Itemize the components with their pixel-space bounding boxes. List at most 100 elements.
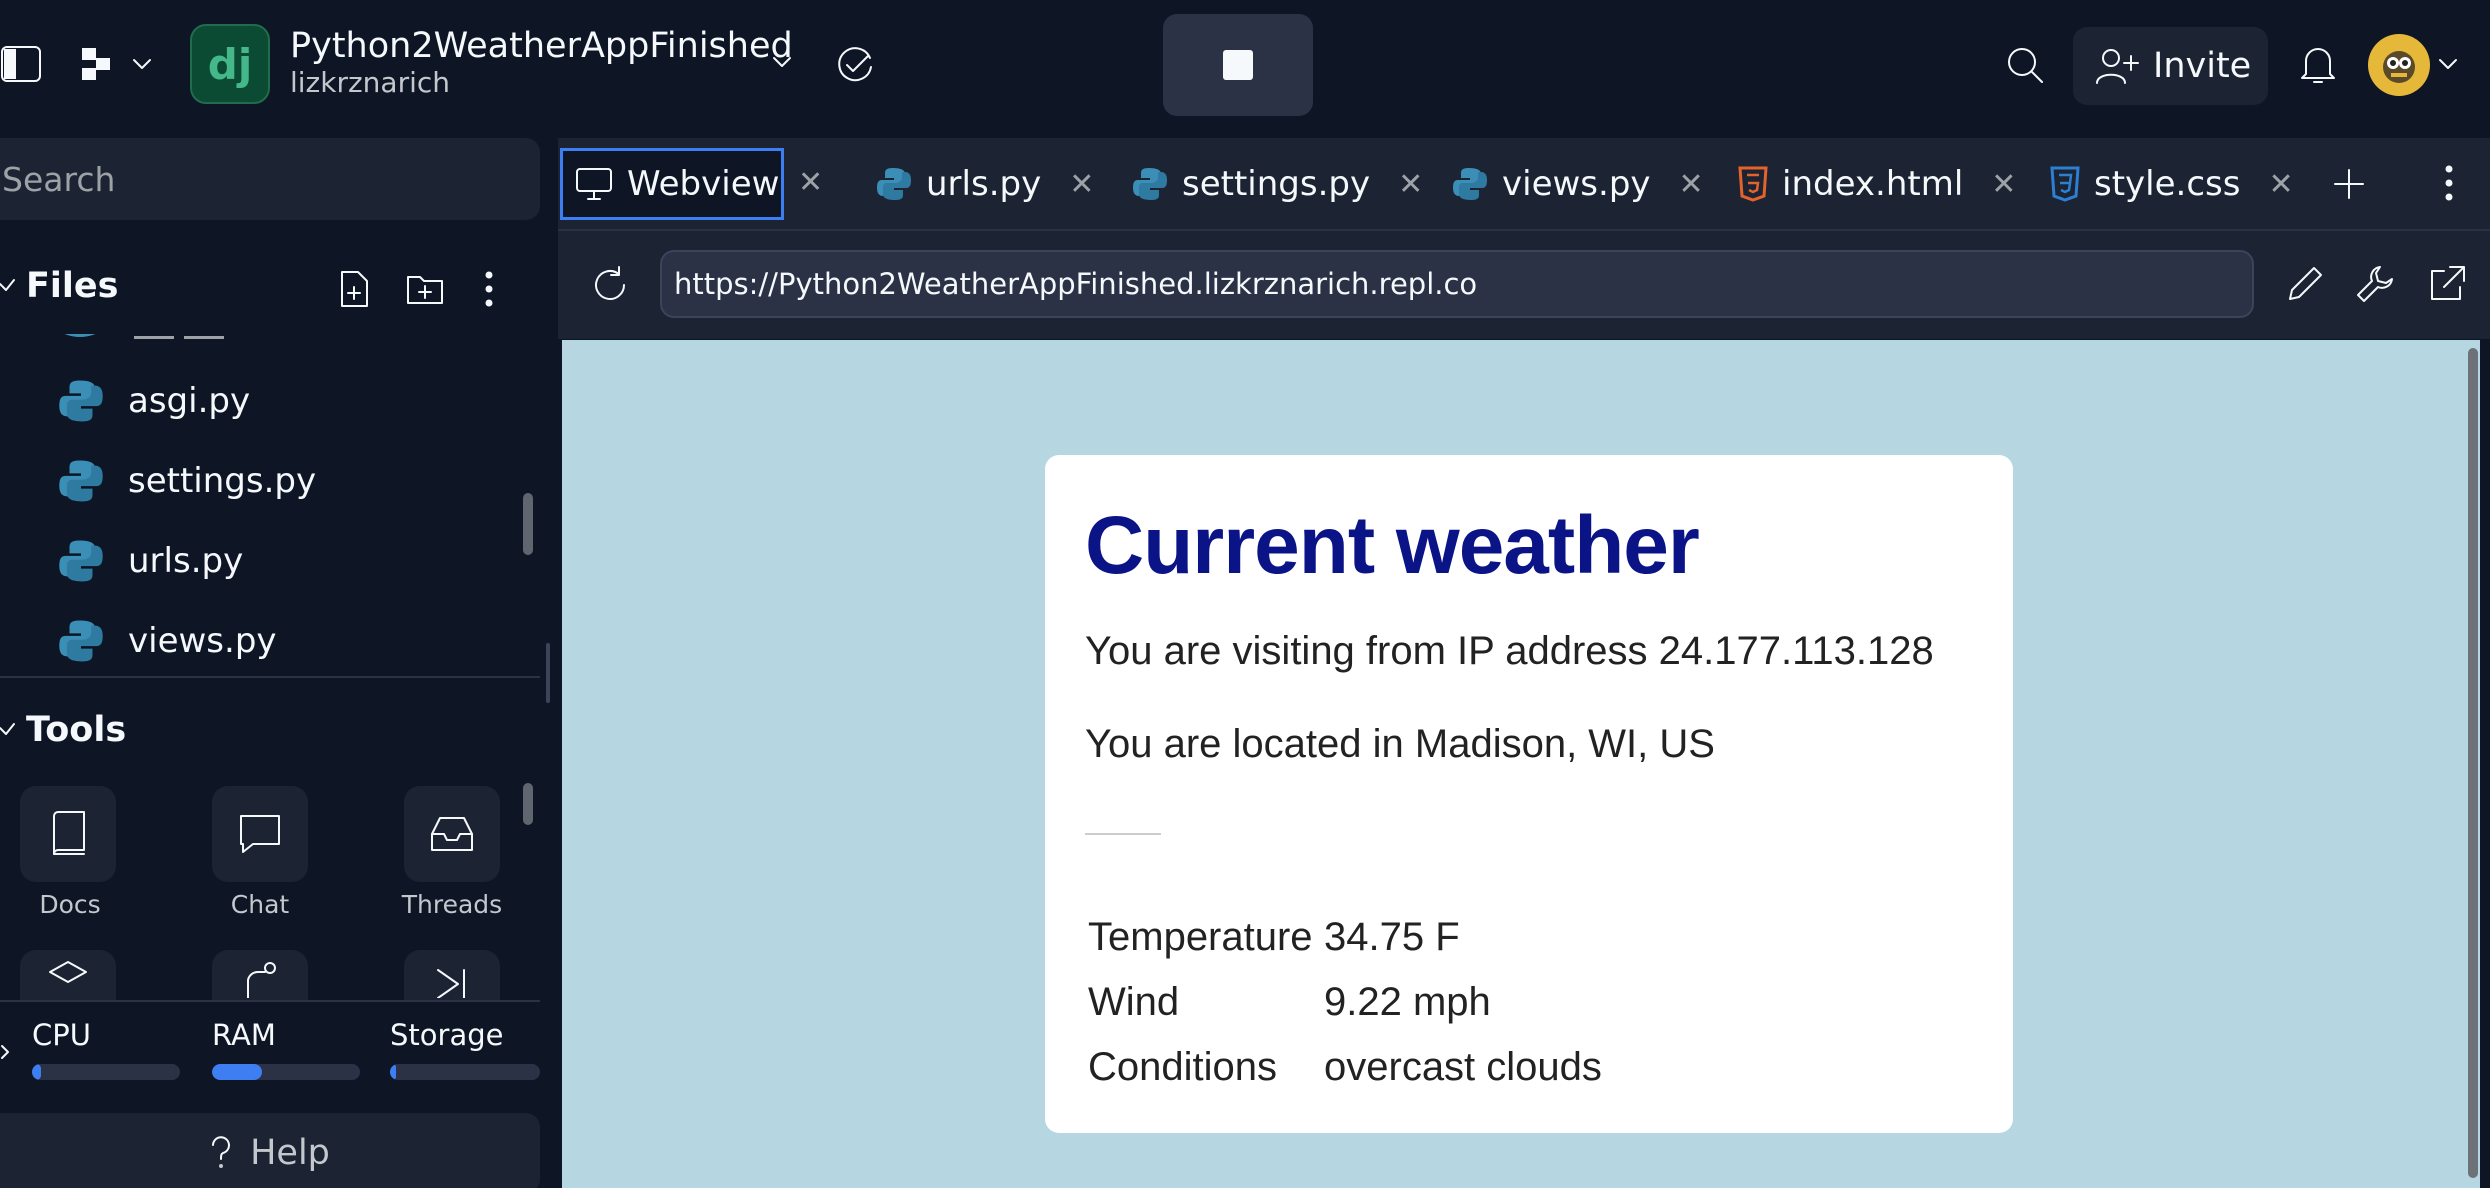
inbox-icon: [428, 814, 476, 854]
search-input[interactable]: [2, 159, 502, 199]
bell-icon[interactable]: [2298, 42, 2338, 86]
new-folder-icon[interactable]: [405, 271, 445, 307]
files-scrollbar[interactable]: [523, 493, 533, 555]
tool-debugger[interactable]: [404, 950, 500, 1000]
python-icon: [876, 166, 912, 202]
table-row: Wind 9.22 mph: [1085, 970, 1605, 1035]
file-item[interactable]: asgi.py: [58, 371, 250, 431]
table-row: Temperature 34.75 F: [1085, 905, 1605, 970]
tool-docs-label: Docs: [39, 890, 101, 919]
file-item[interactable]: views.py: [58, 611, 277, 671]
close-icon[interactable]: ✕: [1069, 167, 1094, 202]
files-section-header[interactable]: Files: [0, 266, 118, 306]
close-icon[interactable]: ✕: [1679, 167, 1704, 202]
more-options-icon[interactable]: [484, 269, 494, 309]
tab-label: views.py: [1502, 164, 1651, 204]
tool-chat[interactable]: [212, 786, 308, 882]
repl-owner[interactable]: lizkrznarich: [290, 66, 450, 99]
chevron-right-icon[interactable]: [0, 1042, 12, 1062]
file-name: views.py: [128, 621, 277, 661]
row-value: 34.75 F: [1324, 915, 1460, 959]
tools-scrollbar[interactable]: [523, 783, 533, 825]
tab-style-css[interactable]: style.css ✕: [2038, 148, 2306, 220]
close-icon[interactable]: ✕: [2268, 167, 2293, 202]
file-item[interactable]: urls.py: [58, 531, 243, 591]
new-file-icon[interactable]: [336, 269, 372, 309]
ram-usage-fill: [212, 1064, 263, 1080]
open-new-window-icon[interactable]: [2426, 263, 2468, 305]
question-icon: [210, 1135, 232, 1171]
webview-content: Current weather You are visiting from IP…: [562, 340, 2480, 1188]
help-button[interactable]: Help: [0, 1113, 540, 1188]
url-text: https://Python2WeatherAppFinished.lizkrz…: [674, 267, 1478, 301]
file-item[interactable]: settings.py: [58, 451, 316, 511]
page-title: Current weather: [1085, 500, 1700, 591]
stop-button[interactable]: [1163, 14, 1313, 116]
skip-forward-icon: [430, 950, 474, 1000]
tab-webview[interactable]: Webview: [560, 148, 784, 220]
search-icon[interactable]: [2004, 44, 2046, 86]
location-text: You are located in Madison, WI, US: [1085, 722, 1715, 766]
ip-address-text: You are visiting from IP address 24.177.…: [1085, 629, 1934, 673]
cpu-label: CPU: [32, 1018, 91, 1052]
chevron-down-icon: [130, 54, 154, 74]
tab-urls-py[interactable]: urls.py ✕: [864, 148, 1106, 220]
ram-label: RAM: [212, 1018, 276, 1052]
close-icon[interactable]: ✕: [798, 165, 823, 200]
webview-scrollbar[interactable]: [2468, 348, 2478, 1178]
tools-title: Tools: [26, 710, 127, 750]
top-bar: dj Python2WeatherAppFinished lizkrznaric…: [0, 0, 2490, 138]
divider: [0, 1000, 540, 1002]
search-box[interactable]: [0, 138, 540, 220]
monitor-icon: [575, 166, 613, 202]
sidebar-resize-handle[interactable]: [546, 643, 550, 703]
tab-label: index.html: [1782, 164, 1964, 204]
storage-usage-bar: [390, 1064, 540, 1080]
refresh-icon[interactable]: [590, 265, 630, 305]
tool-threads[interactable]: [404, 786, 500, 882]
avatar[interactable]: [2368, 34, 2430, 96]
tab-settings-py[interactable]: settings.py ✕: [1120, 148, 1435, 220]
chevron-down-icon[interactable]: [2436, 54, 2460, 74]
horizontal-rule: [1085, 833, 1161, 835]
divider: [0, 676, 540, 678]
storage-usage-fill: [390, 1064, 396, 1080]
chevron-down-icon[interactable]: [770, 52, 794, 72]
tool-git[interactable]: [212, 950, 308, 1000]
close-icon[interactable]: ✕: [1398, 167, 1423, 202]
close-icon[interactable]: ✕: [1991, 167, 2016, 202]
invite-button[interactable]: Invite: [2073, 27, 2268, 105]
tool-chat-label: Chat: [230, 890, 290, 919]
tab-views-py[interactable]: views.py ✕: [1440, 148, 1716, 220]
tool-docs[interactable]: [20, 786, 116, 882]
storage-label: Storage: [390, 1018, 504, 1052]
file-name: urls.py: [128, 541, 244, 581]
more-options-icon[interactable]: [2444, 163, 2454, 203]
cpu-usage-bar: [32, 1064, 180, 1080]
python-icon: [58, 458, 104, 504]
wrench-icon[interactable]: [2354, 263, 2396, 305]
help-label: Help: [250, 1133, 330, 1173]
weather-table: Temperature 34.75 F Wind 9.22 mph Conditions…: [1085, 905, 1605, 1100]
pencil-icon[interactable]: [2284, 263, 2326, 305]
file-name: settings.py: [128, 461, 317, 501]
python-icon: [58, 538, 104, 584]
workspace-menu-button[interactable]: [80, 44, 154, 84]
sidebar: Files asgi.pysettings.pyurls.pyviews.py …: [0, 138, 555, 1188]
git-branch-icon: [238, 950, 282, 1000]
python-icon: [1132, 166, 1168, 202]
sidebar-toggle-icon[interactable]: [0, 44, 44, 84]
tools-section-header[interactable]: Tools: [0, 710, 126, 750]
tab-index-html[interactable]: index.html ✕: [1726, 148, 2028, 220]
stop-icon: [1223, 50, 1253, 80]
cloud-check-icon[interactable]: [834, 44, 876, 86]
url-field[interactable]: https://Python2WeatherAppFinished.lizkrz…: [660, 250, 2254, 318]
ram-usage-bar: [212, 1064, 360, 1080]
tab-bar: Webview ✕ urls.py ✕ settings.py ✕ views.…: [558, 138, 2490, 229]
add-tab-icon[interactable]: [2332, 167, 2366, 201]
row-key: Temperature: [1088, 915, 1313, 959]
repl-title[interactable]: Python2WeatherAppFinished: [290, 26, 793, 66]
python-icon: [1452, 166, 1488, 202]
tool-packages[interactable]: [20, 950, 116, 1000]
main-pane: Webview ✕ urls.py ✕ settings.py ✕ views.…: [558, 138, 2490, 1188]
